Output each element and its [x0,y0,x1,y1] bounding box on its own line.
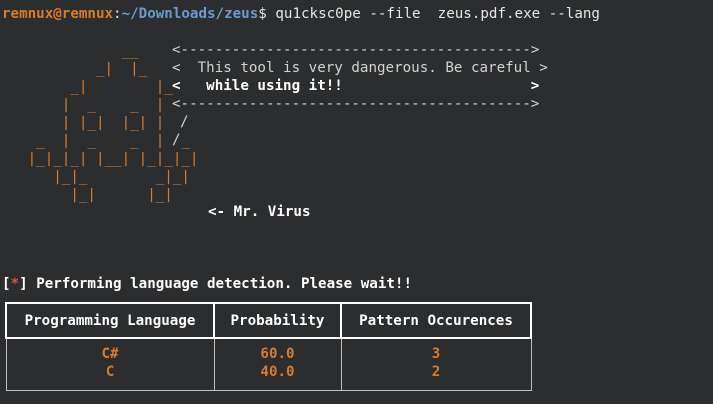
table-header-row: Programming Language Probability Pattern… [5,302,532,339]
status-bracket-open: [ [2,276,11,292]
cell-probability: 40.0 [260,364,295,380]
terminal-window[interactable]: remnux@remnux:~/Downloads/zeus$ qu1cksc0… [0,0,713,404]
header-pattern-occurences: Pattern Occurences [340,302,532,339]
command-prompt-line: remnux@remnux:~/Downloads/zeus$ qu1cksc0… [2,5,600,23]
cell-probability: 60.0 [260,346,295,362]
prompt-symbol: $ [258,6,267,22]
cell-language: C# [101,346,119,362]
cell-occurence: 2 [431,364,441,380]
prompt-path: ~/Downloads/zeus [121,6,259,22]
prompt-user-host: remnux@remnux [2,6,114,22]
command-text: qu1cksc0pe --file zeus.pdf.exe --lang [275,6,600,22]
status-star-icon: * [10,276,20,292]
banner-line-warning: < This tool is very dangerous. Be carefu… [172,60,548,76]
prompt-colon: : [113,6,122,22]
cell-language: C [105,364,115,380]
language-results-table: Programming Language Probability Pattern… [5,302,532,391]
status-line: [*] Performing language detection. Pleas… [2,275,412,293]
cell-occurence: 3 [431,346,441,362]
status-text: Performing language detection. Please wa… [36,276,413,292]
ascii-virus-art: __ _| |_ _| |_ | _ _ | | |_| |_| | _ | _… [27,43,199,203]
cell-languages: C# C [5,338,215,391]
banner-signature: <- Mr. Virus [208,204,311,220]
banner-border-top: <---------------------------------------… [172,42,540,58]
header-probability: Probability [213,302,342,339]
header-programming-language: Programming Language [5,302,215,339]
banner-border-bottom: <---------------------------------------… [172,96,540,112]
cell-probabilities: 60.0 40.0 [213,338,342,391]
status-bracket-close: ] [19,276,28,292]
cell-occurences: 3 2 [340,338,532,391]
banner-line-warning-2: < while using it!! > [172,78,540,94]
table-row: C# C 60.0 40.0 3 2 [5,338,532,391]
